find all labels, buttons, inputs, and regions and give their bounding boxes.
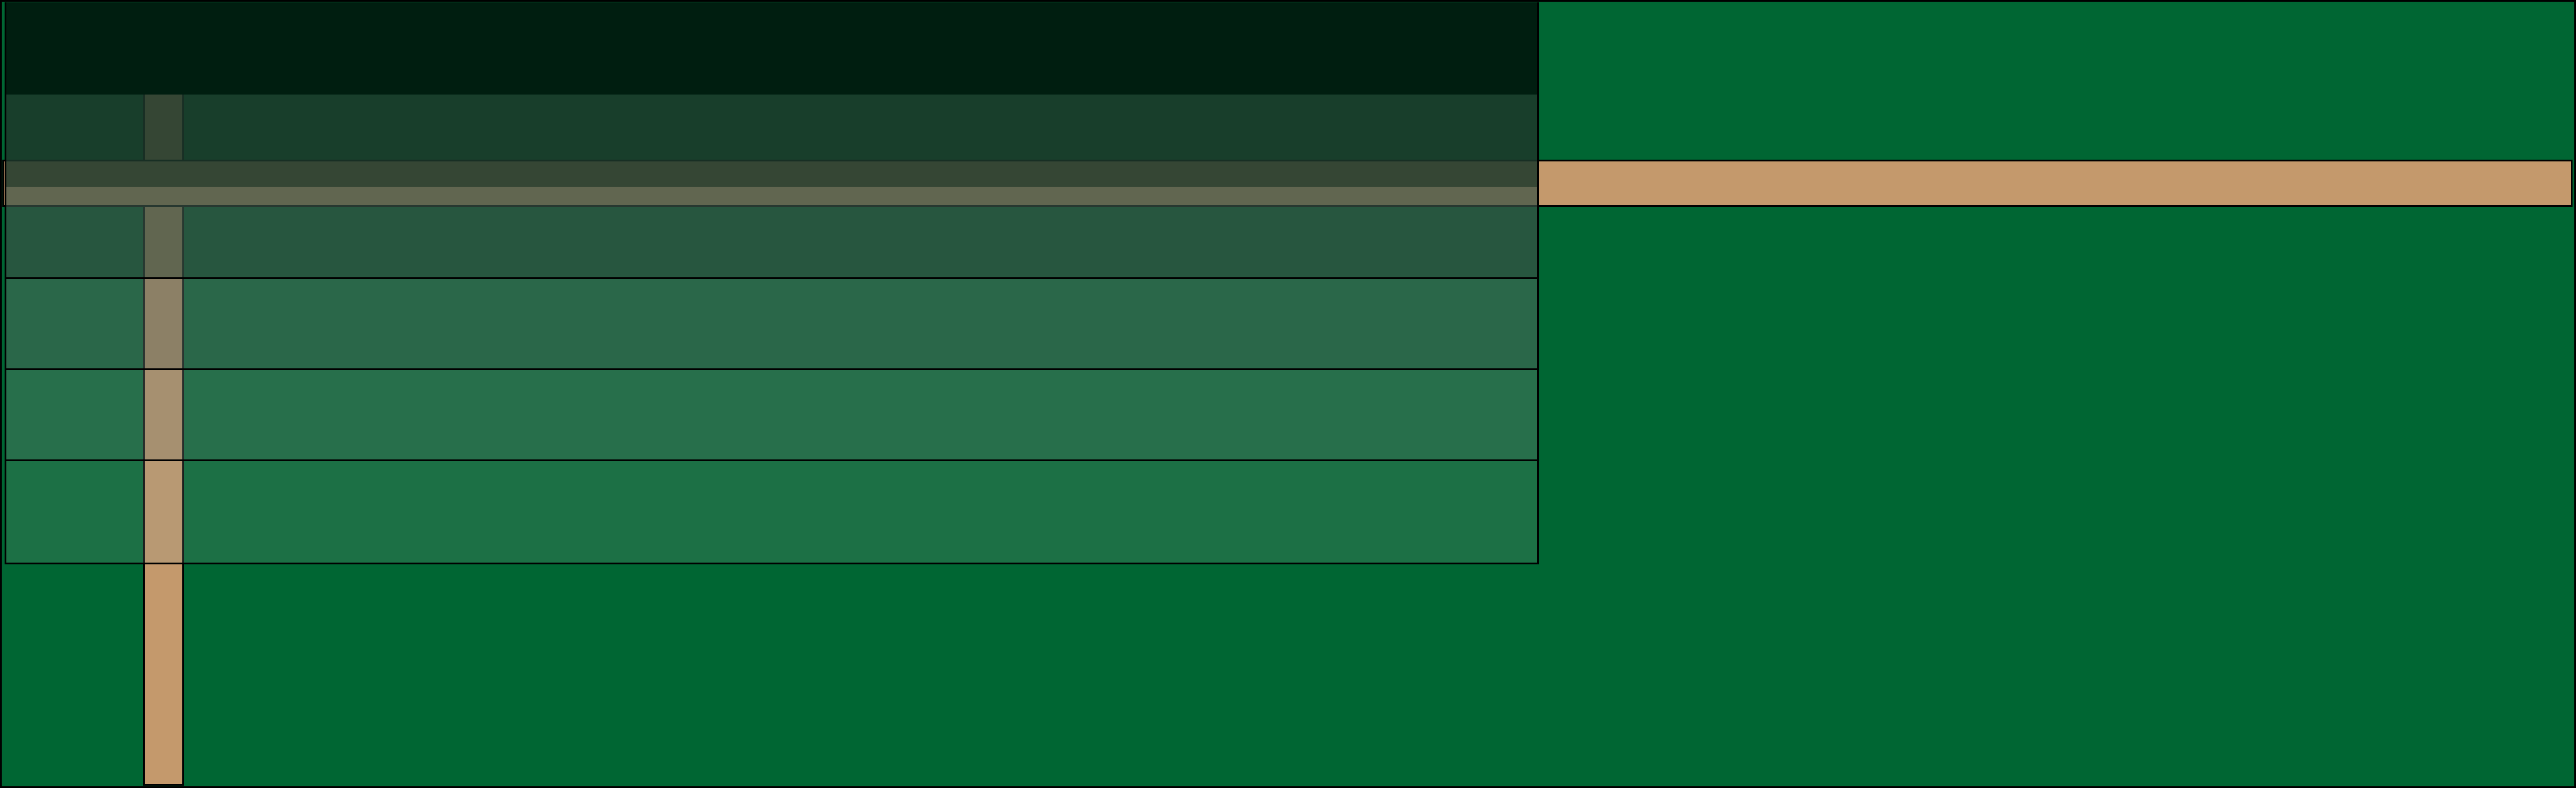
overlay-band-3 bbox=[5, 187, 1539, 279]
overlay-band-1 bbox=[5, 2, 1539, 95]
dark-gradient-overlay bbox=[5, 2, 1539, 564]
overlay-band-4 bbox=[5, 279, 1539, 370]
overlay-band-2 bbox=[5, 95, 1539, 187]
overlay-band-5 bbox=[5, 370, 1539, 461]
overlay-band-6 bbox=[5, 461, 1539, 564]
pattern-canvas bbox=[0, 0, 2576, 788]
